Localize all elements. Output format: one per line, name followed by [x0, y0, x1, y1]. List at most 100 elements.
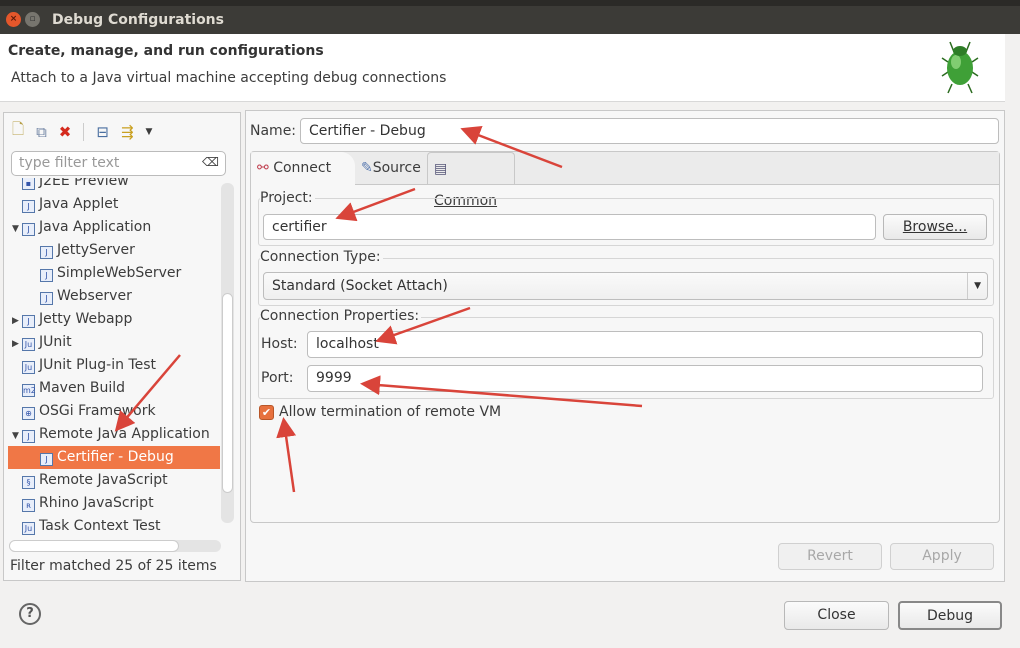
tree-item-label: J2EE Preview: [39, 178, 129, 189]
tree-item[interactable]: Ju Task Context Test: [8, 515, 220, 538]
name-label: Name:: [250, 123, 297, 139]
collapse-all-icon[interactable]: ⊟: [96, 123, 109, 141]
window-title: Debug Configurations: [52, 12, 224, 28]
tree-item[interactable]: J Java Applet: [8, 193, 220, 216]
chevron-down-icon: ▼: [967, 273, 981, 299]
config-list-panel: 🗋 ⧉ ✖ ⊟ ⇶ ▼ type filter text ⌫ ▪ J2EE Pre…: [3, 112, 241, 581]
tree-item-label: Java Application: [39, 219, 152, 235]
remote-java-icon: J: [40, 453, 53, 466]
host-input[interactable]: localhost: [307, 331, 983, 358]
tree-item[interactable]: ⊕ OSGi Framework: [8, 400, 220, 423]
bug-icon: [941, 41, 979, 94]
rhino-icon: ʀ: [22, 499, 35, 512]
filter-placeholder: type filter text: [19, 155, 120, 171]
tree-item[interactable]: § Remote JavaScript: [8, 469, 220, 492]
j2ee-icon: ▪: [22, 178, 35, 190]
project-label: Project:: [260, 190, 315, 206]
config-tree: ▪ J2EE Preview J Java Applet ▼ J Java Applicat…: [8, 178, 222, 538]
close-button[interactable]: Close: [784, 601, 889, 630]
collapse-arrow-icon[interactable]: ▶: [12, 310, 22, 333]
tree-item[interactable]: J Certifier - Debug: [8, 446, 220, 469]
expand-arrow-icon[interactable]: ▼: [12, 218, 22, 241]
delete-icon[interactable]: ✖: [59, 123, 72, 141]
java-app-icon: J: [40, 269, 53, 282]
applet-icon: J: [22, 200, 35, 213]
duplicate-icon[interactable]: ⧉: [36, 123, 47, 141]
filter-input[interactable]: type filter text ⌫: [11, 151, 226, 176]
connection-properties-label: Connection Properties:: [260, 308, 422, 324]
connection-type-select[interactable]: Standard (Socket Attach) ▼: [263, 272, 988, 300]
tree-item-label: JettyServer: [57, 242, 135, 258]
remote-java-icon: J: [22, 430, 35, 443]
maven-icon: m2: [22, 384, 36, 397]
junit-icon: Ju: [22, 338, 35, 351]
tree-vertical-scrollbar[interactable]: [221, 183, 234, 523]
tree-item-label: Task Context Test: [39, 518, 161, 534]
tree-item[interactable]: ▶ J Jetty Webapp: [8, 308, 220, 331]
apply-button[interactable]: Apply: [890, 543, 994, 570]
help-button[interactable]: ?: [19, 603, 41, 625]
java-app-icon: J: [40, 292, 53, 305]
filter-status: Filter matched 25 of 25 items: [10, 558, 217, 574]
host-label: Host:: [261, 336, 298, 352]
debug-button[interactable]: Debug: [898, 601, 1002, 630]
tree-item-label: Webserver: [57, 288, 132, 304]
task-test-icon: Ju: [22, 522, 35, 535]
close-window-icon[interactable]: ×: [6, 12, 21, 27]
java-app-icon: J: [40, 246, 53, 259]
tree-item[interactable]: ▪ J2EE Preview: [8, 178, 220, 193]
tree-item[interactable]: ▼ J Remote Java Application: [8, 423, 220, 446]
dropdown-icon[interactable]: ▼: [146, 127, 153, 137]
clear-filter-icon[interactable]: ⌫: [202, 155, 219, 169]
junit-plugin-icon: Ju: [22, 361, 35, 374]
title-bar: × ▫ Debug Configurations: [0, 6, 1020, 34]
tree-item-label: JUnit Plug-in Test: [39, 357, 157, 373]
tree-horizontal-scrollbar[interactable]: [9, 540, 221, 552]
tree-item-label: Rhino JavaScript: [39, 495, 154, 511]
project-input[interactable]: certifier: [263, 214, 876, 240]
new-config-icon[interactable]: 🗋: [12, 119, 24, 144]
jetty-icon: J: [22, 315, 35, 328]
tree-item-label: JUnit: [39, 334, 72, 350]
tree-item[interactable]: J SimpleWebServer: [8, 262, 220, 285]
toolbar-separator: [83, 122, 85, 141]
revert-button[interactable]: Revert: [778, 543, 882, 570]
tree-item-label: SimpleWebServer: [57, 265, 182, 281]
tree-item-label: Remote JavaScript: [39, 472, 168, 488]
expand-arrow-icon[interactable]: ▼: [12, 425, 22, 448]
tree-item[interactable]: ▼ J Java Application: [8, 216, 220, 239]
tree-item-label: OSGi Framework: [39, 403, 156, 419]
tree-item[interactable]: J JettyServer: [8, 239, 220, 262]
java-app-icon: J: [22, 223, 35, 236]
tab-connect[interactable]: ⚯ Connect: [251, 152, 355, 185]
config-editor-panel: Name: Certifier - Debug ⚯ Connect ✎Sourc…: [245, 110, 1005, 582]
header-subtitle: Attach to a Java virtual machine accepti…: [11, 70, 447, 86]
tree-item-label: Certifier - Debug: [57, 449, 174, 465]
tab-folder: ⚯ Connect ✎Source ▤ Common Project: cert…: [250, 151, 1000, 523]
checkbox-checked-icon[interactable]: ✔: [259, 404, 274, 420]
port-label: Port:: [261, 370, 294, 386]
minimize-window-icon[interactable]: ▫: [25, 12, 40, 27]
dialog-header: Create, manage, and run configurations A…: [0, 34, 1005, 102]
tree-item[interactable]: J Webserver: [8, 285, 220, 308]
osgi-icon: ⊕: [22, 407, 35, 420]
port-input[interactable]: 9999: [307, 365, 983, 392]
remote-js-icon: §: [22, 476, 35, 489]
tree-item[interactable]: m2 Maven Build: [8, 377, 220, 400]
allow-termination-checkbox[interactable]: ✔ Allow termination of remote VM: [259, 404, 501, 420]
connection-type-label: Connection Type:: [260, 249, 383, 265]
tab-common[interactable]: ▤ Common: [427, 152, 515, 209]
collapse-arrow-icon[interactable]: ▶: [12, 333, 22, 356]
name-input[interactable]: Certifier - Debug: [300, 118, 999, 144]
header-title: Create, manage, and run configurations: [8, 43, 324, 59]
tree-item-label: Maven Build: [39, 380, 126, 396]
tree-item-label: Jetty Webapp: [39, 311, 133, 327]
filter-icon[interactable]: ⇶: [121, 123, 134, 141]
tree-item[interactable]: Ju JUnit Plug-in Test: [8, 354, 220, 377]
tree-item[interactable]: ▶ Ju JUnit: [8, 331, 220, 354]
tree-item[interactable]: ʀ Rhino JavaScript: [8, 492, 220, 515]
tree-item-label: Remote Java Application: [39, 426, 210, 442]
tab-source[interactable]: ✎Source: [355, 152, 427, 184]
tree-item-label: Java Applet: [39, 196, 119, 212]
browse-button[interactable]: Browse...: [883, 214, 987, 240]
